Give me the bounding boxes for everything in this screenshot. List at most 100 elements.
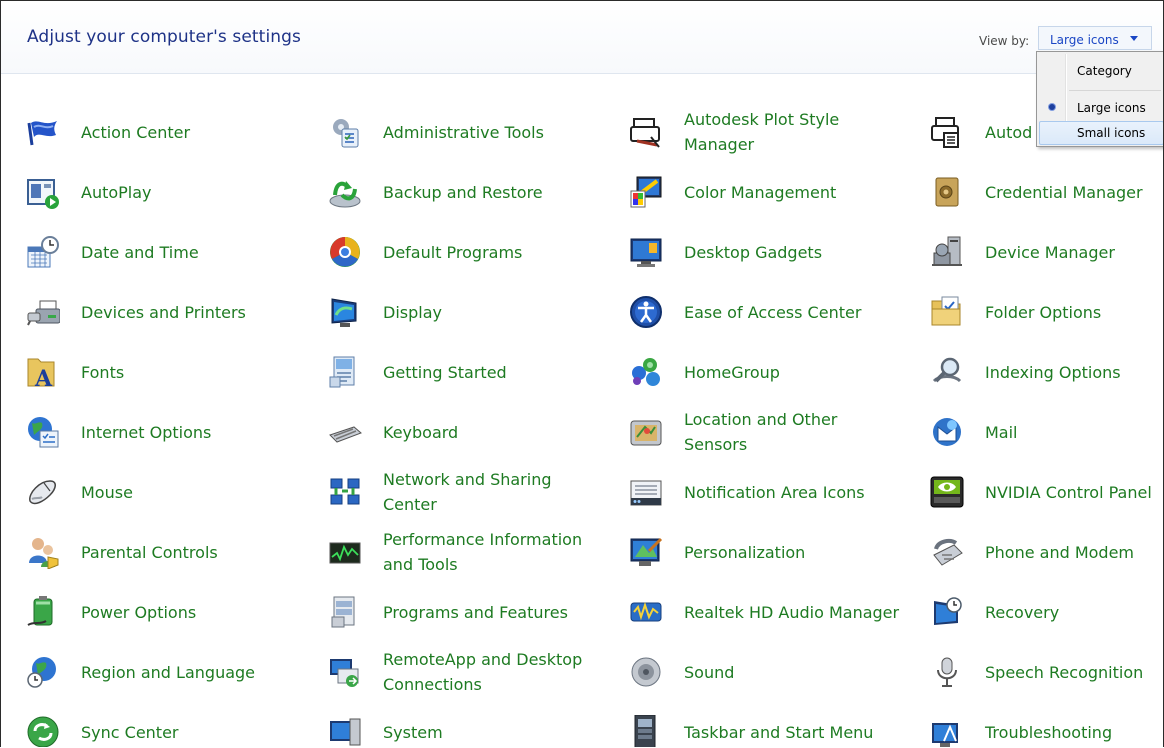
item-ease-of-access-center[interactable]: Ease of Access Center (629, 283, 909, 339)
item-color-management[interactable]: Color Management (629, 163, 909, 219)
item-label: Mail (985, 423, 1018, 442)
item-label: Sync Center (81, 723, 179, 742)
item-programs-and-features[interactable]: Programs and Features (328, 583, 598, 639)
menu-item-label: Small icons (1077, 126, 1146, 140)
battery-icon (27, 596, 53, 626)
item-region-and-language[interactable]: Region and Language (26, 643, 296, 699)
item-label: Power Options (81, 603, 197, 622)
device-manager-icon (932, 236, 962, 266)
item-troubleshooting[interactable]: Troubleshooting (930, 703, 1163, 747)
item-label: Parental Controls (81, 543, 218, 562)
item-keyboard[interactable]: Keyboard (328, 403, 598, 459)
item-performance-information-and-tools[interactable]: Performance Information and Tools (328, 523, 598, 579)
item-label: Folder Options (985, 303, 1102, 322)
mouse-icon (29, 480, 56, 505)
item-label: Troubleshooting (985, 723, 1113, 742)
item-realtek-hd-audio-manager[interactable]: Realtek HD Audio Manager (629, 583, 909, 639)
menu-item-large-icons[interactable]: Large icons (1039, 96, 1163, 120)
phone-icon (933, 539, 963, 566)
troubleshooting-icon (932, 723, 958, 747)
item-location-and-other-sensors[interactable]: Location and Other Sensors (629, 403, 909, 459)
item-label: Ease of Access Center (684, 303, 862, 322)
item-getting-started[interactable]: Getting Started (328, 343, 598, 399)
item-taskbar-and-start-menu[interactable]: Taskbar and Start Menu (629, 703, 909, 747)
item-personalization[interactable]: Personalization (629, 523, 909, 579)
plotter-icon (630, 118, 660, 148)
item-notification-area-icons[interactable]: Notification Area Icons (629, 463, 909, 519)
item-label: Indexing Options (985, 363, 1121, 382)
item-indexing-options[interactable]: Indexing Options (930, 343, 1163, 399)
item-sync-center[interactable]: Sync Center (26, 703, 296, 747)
item-autodesk-plot-style-manager[interactable]: Autodesk Plot Style Manager (629, 103, 909, 159)
color-management-icon (630, 176, 662, 208)
speaker-icon (631, 657, 661, 687)
item-label: Autodesk Plot Style Manager (684, 110, 840, 154)
view-by-dropdown[interactable]: Large icons (1038, 26, 1152, 50)
item-administrative-tools[interactable]: Administrative Tools (328, 103, 598, 159)
item-label: Device Manager (985, 243, 1115, 262)
item-label: RemoteApp and Desktop Connections (383, 650, 583, 694)
item-default-programs[interactable]: Default Programs (328, 223, 598, 279)
item-nvidia-control-panel[interactable]: NVIDIA Control Panel (930, 463, 1163, 519)
menu-item-label: Large icons (1077, 101, 1146, 115)
item-action-center[interactable]: Action Center (26, 103, 296, 159)
item-label: Desktop Gadgets (684, 243, 823, 262)
programs-icon (331, 596, 355, 628)
item-homegroup[interactable]: HomeGroup (629, 343, 909, 399)
item-phone-and-modem[interactable]: Phone and Modem (930, 523, 1163, 579)
svg-text:A: A (34, 366, 53, 389)
admin-tools-icon (333, 119, 359, 148)
item-label: Location and Other Sensors (684, 410, 838, 454)
ease-of-access-icon (630, 296, 662, 328)
item-label: System (383, 723, 443, 742)
item-autoplay[interactable]: AutoPlay (26, 163, 296, 219)
item-label: Action Center (81, 123, 191, 142)
item-label: Date and Time (81, 243, 199, 262)
item-devices-and-printers[interactable]: Devices and Printers (26, 283, 296, 339)
item-label: Credential Manager (985, 183, 1143, 202)
item-device-manager[interactable]: Device Manager (930, 223, 1163, 279)
header-bar: Adjust your computer's settings View by:… (1, 1, 1163, 74)
item-backup-and-restore[interactable]: Backup and Restore (328, 163, 598, 219)
item-label: Autod (985, 123, 1033, 142)
item-credential-manager[interactable]: Credential Manager (930, 163, 1163, 219)
menu-item-small-icons[interactable]: Small icons (1039, 121, 1163, 145)
item-folder-options[interactable]: Folder Options (930, 283, 1163, 339)
mail-icon (933, 418, 961, 446)
item-speech-recognition[interactable]: Speech Recognition (930, 643, 1163, 699)
item-label: HomeGroup (684, 363, 780, 382)
item-label: AutoPlay (81, 183, 152, 202)
network-icon (330, 478, 360, 505)
item-display[interactable]: Display (328, 283, 598, 339)
clock-calendar-icon (27, 236, 59, 268)
item-remoteapp-and-desktop-connections[interactable]: RemoteApp and Desktop Connections (328, 643, 598, 699)
homegroup-icon (632, 358, 660, 386)
nvidia-icon (930, 476, 964, 508)
item-mail[interactable]: Mail (930, 403, 1163, 459)
remote-desktop-icon (330, 659, 359, 687)
item-fonts[interactable]: A Fonts (26, 343, 296, 399)
view-by-value: Large icons (1050, 33, 1119, 47)
item-parental-controls[interactable]: Parental Controls (26, 523, 296, 579)
system-icon (330, 718, 361, 746)
item-desktop-gadgets[interactable]: Desktop Gadgets (629, 223, 909, 279)
item-network-and-sharing-center[interactable]: Network and Sharing Center (328, 463, 598, 519)
item-label: Region and Language (81, 663, 256, 682)
item-date-and-time[interactable]: Date and Time (26, 223, 296, 279)
region-globe-icon (27, 657, 56, 688)
item-internet-options[interactable]: Internet Options (26, 403, 296, 459)
notification-area-icon (630, 480, 662, 506)
recovery-icon (934, 597, 962, 625)
printer-icon (27, 300, 60, 326)
item-system[interactable]: System (328, 703, 598, 747)
item-recovery[interactable]: Recovery (930, 583, 1163, 639)
item-power-options[interactable]: Power Options (26, 583, 296, 639)
item-label: Default Programs (383, 243, 523, 262)
item-label: Internet Options (81, 423, 212, 442)
item-label: Backup and Restore (383, 183, 543, 202)
menu-item-category[interactable]: Category (1039, 59, 1163, 83)
item-mouse[interactable]: Mouse (26, 463, 296, 519)
item-sound[interactable]: Sound (629, 643, 909, 699)
item-label: Administrative Tools (383, 123, 544, 142)
item-label: Getting Started (383, 363, 507, 382)
